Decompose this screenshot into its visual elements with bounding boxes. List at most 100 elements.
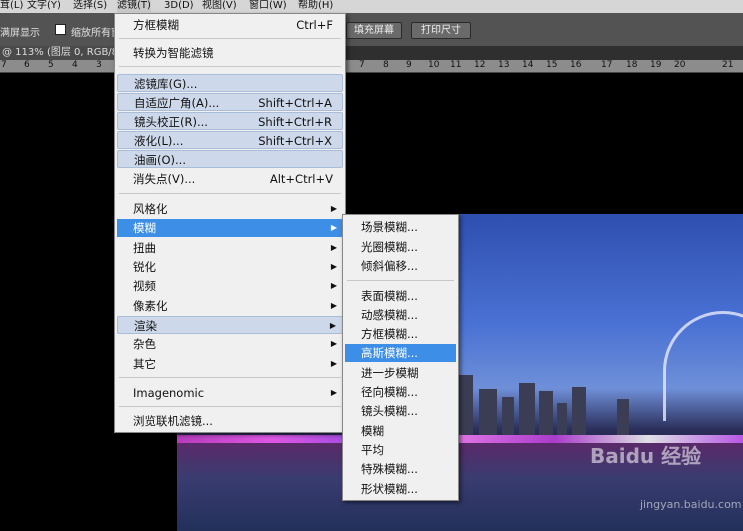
building: [479, 389, 497, 435]
menu-item-pixelate[interactable]: 像素化 ▶: [117, 297, 343, 315]
submenu-item-tilt-shift[interactable]: 倾斜偏移...: [345, 257, 456, 275]
submenu-item-shape-blur[interactable]: 形状模糊...: [345, 480, 456, 498]
ruler-label: 4: [72, 60, 78, 70]
building: [459, 375, 473, 435]
menu-item-layer[interactable]: 茸(L): [0, 0, 23, 12]
menu-item-type[interactable]: 文字(Y): [27, 0, 61, 12]
submenu-item-motion-blur[interactable]: 动感模糊...: [345, 306, 456, 324]
building: [557, 403, 567, 435]
menu-item-browse-online-filters[interactable]: 浏览联机滤镜...: [117, 412, 343, 430]
submenu-arrow-icon: ▶: [330, 388, 337, 397]
baidu-watermark-logo: Baidu 经验: [590, 444, 702, 468]
submenu-arrow-icon: ▶: [330, 223, 337, 232]
menu-item-label: 方框模糊: [133, 18, 179, 32]
menu-item-render[interactable]: 渲染 ▶: [117, 316, 343, 334]
menu-item-label: 镜头校正(R)...: [134, 115, 208, 129]
submenu-arrow-icon: ▶: [329, 321, 336, 330]
menu-item-label: 消失点(V)...: [133, 172, 196, 186]
ruler-label: 7: [359, 60, 365, 70]
menu-item-video[interactable]: 视频 ▶: [117, 277, 343, 295]
submenu-item-surface-blur[interactable]: 表面模糊...: [345, 287, 456, 305]
menu-item-label: 液化(L)...: [134, 134, 184, 148]
menu-item-help[interactable]: 帮助(H): [298, 0, 333, 12]
submenu-item-field-blur[interactable]: 场景模糊...: [345, 218, 456, 236]
submenu-item-blur[interactable]: 模糊: [345, 422, 456, 440]
menu-bar: 茸(L) 文字(Y) 选择(S) 滤镜(T) 3D(D) 视图(V) 窗口(W)…: [0, 0, 743, 13]
ruler-label: 15: [546, 60, 558, 70]
ruler-label: 9: [406, 60, 412, 70]
ruler-label: 16: [570, 60, 582, 70]
menu-item-vanishing-point[interactable]: 消失点(V)... Alt+Ctrl+V: [117, 170, 343, 188]
menu-item-select[interactable]: 选择(S): [73, 0, 107, 12]
menu-item-label: 像素化: [133, 299, 168, 313]
menu-item-label: Imagenomic: [133, 386, 205, 400]
menu-item-window[interactable]: 窗口(W): [249, 0, 287, 12]
menu-separator: [119, 66, 341, 67]
fill-screen-button[interactable]: 填充屏幕: [346, 22, 402, 39]
menu-item-label: 视频: [133, 279, 156, 293]
bridge-arch: [663, 311, 743, 421]
building: [617, 399, 629, 435]
menu-item-liquify[interactable]: 液化(L)... Shift+Ctrl+X: [117, 131, 343, 149]
building: [519, 383, 535, 435]
menu-item-blur[interactable]: 模糊 ▶: [117, 219, 343, 237]
zoom-all-checkbox[interactable]: [55, 24, 66, 35]
menu-item-3d[interactable]: 3D(D): [164, 0, 194, 12]
menu-item-label: 其它: [133, 357, 156, 371]
menu-item-last-filter[interactable]: 方框模糊 Ctrl+F: [117, 16, 343, 34]
ruler-label: 13: [498, 60, 510, 70]
menu-item-label: 锐化: [133, 260, 156, 274]
submenu-item-blur-more[interactable]: 进一步模糊: [345, 364, 456, 382]
ruler-label: 10: [428, 60, 440, 70]
shortcut-label: Alt+Ctrl+V: [269, 172, 333, 186]
submenu-item-iris-blur[interactable]: 光圈模糊...: [345, 238, 456, 256]
submenu-item-lens-blur[interactable]: 镜头模糊...: [345, 402, 456, 420]
menu-item-stylize[interactable]: 风格化 ▶: [117, 200, 343, 218]
menu-item-filter-gallery[interactable]: 滤镜库(G)...: [117, 74, 343, 92]
ruler-label: 8: [383, 60, 389, 70]
menu-item-sharpen[interactable]: 锐化 ▶: [117, 258, 343, 276]
blur-submenu: 场景模糊... 光圈模糊... 倾斜偏移... 表面模糊... 动感模糊... …: [342, 214, 459, 501]
baidu-watermark-url: jingyan.baidu.com: [640, 498, 742, 511]
menu-separator: [347, 280, 454, 281]
ruler-label: 14: [522, 60, 534, 70]
submenu-item-gaussian-blur[interactable]: 高斯模糊...: [345, 344, 456, 362]
submenu-arrow-icon: ▶: [330, 262, 337, 271]
document-tab[interactable]: @ 113% (图层 0, RGB/8) *: [0, 46, 125, 60]
ruler-label: 19: [650, 60, 662, 70]
ruler-label: 3: [96, 60, 102, 70]
menu-item-oil-paint[interactable]: 油画(O)...: [117, 150, 343, 168]
print-size-button[interactable]: 打印尺寸: [411, 22, 471, 39]
submenu-item-average[interactable]: 平均: [345, 441, 456, 459]
menu-item-other[interactable]: 其它 ▶: [117, 355, 343, 373]
fit-screen-label[interactable]: 满屏显示: [0, 24, 40, 39]
building: [502, 397, 514, 435]
menu-item-label: 风格化: [133, 202, 168, 216]
ruler-label: 18: [626, 60, 638, 70]
submenu-item-smart-blur[interactable]: 特殊模糊...: [345, 460, 456, 478]
menu-item-label: 扭曲: [133, 241, 156, 255]
menu-item-noise[interactable]: 杂色 ▶: [117, 335, 343, 353]
menu-item-lens-correction[interactable]: 镜头校正(R)... Shift+Ctrl+R: [117, 112, 343, 130]
shortcut-label: Ctrl+F: [296, 18, 333, 32]
submenu-arrow-icon: ▶: [330, 243, 337, 252]
menu-separator: [119, 38, 341, 39]
menu-item-adaptive-wide-angle[interactable]: 自适应广角(A)... Shift+Ctrl+A: [117, 93, 343, 111]
menu-separator: [119, 406, 341, 407]
submenu-item-radial-blur[interactable]: 径向模糊...: [345, 383, 456, 401]
menu-item-filter[interactable]: 滤镜(T): [117, 0, 151, 12]
ruler-label: 6: [24, 60, 30, 70]
menu-item-view[interactable]: 视图(V): [202, 0, 237, 12]
menu-item-imagenomic[interactable]: Imagenomic ▶: [117, 384, 343, 402]
submenu-arrow-icon: ▶: [330, 339, 337, 348]
menu-item-distort[interactable]: 扭曲 ▶: [117, 239, 343, 257]
menu-item-convert-smart-filter[interactable]: 转换为智能滤镜: [117, 44, 343, 62]
menu-item-label: 模糊: [133, 221, 156, 235]
options-bar: 满屏显示 缩放所有窗 填充屏幕 打印尺寸: [0, 13, 743, 46]
shortcut-label: Shift+Ctrl+X: [258, 134, 332, 148]
ruler-label: 5: [48, 60, 54, 70]
ruler-label: 17: [601, 60, 613, 70]
submenu-item-box-blur[interactable]: 方框模糊...: [345, 325, 456, 343]
menu-item-label: 杂色: [133, 337, 156, 351]
submenu-arrow-icon: ▶: [330, 359, 337, 368]
